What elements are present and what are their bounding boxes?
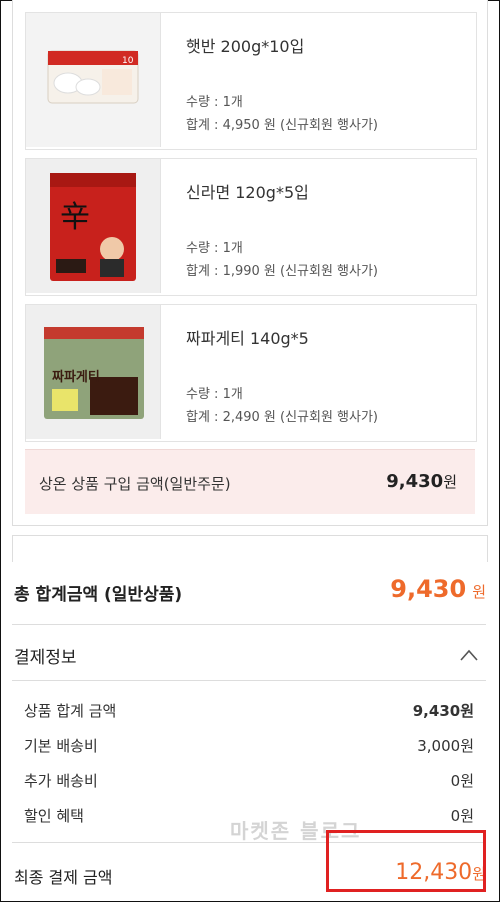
- list-item[interactable]: 10 햇반 200g*10입 수량 : 1개 합계 : 4,950 원 (신규회…: [25, 12, 477, 150]
- subtotal-row: 상온 상품 구입 금액(일반주문) 9,430원: [25, 449, 475, 514]
- payment-row-product-total: 상품 합계 금액 9,430원: [12, 696, 486, 726]
- row-label: 할인 혜택: [24, 807, 84, 825]
- product-total: 합계 : 4,950 원 (신규회원 행사가): [186, 118, 379, 133]
- product-image-shin-ramyun: 辛: [26, 159, 161, 293]
- product-image-hetbahn: 10: [26, 13, 161, 147]
- grand-total-value: 9,430 원: [390, 575, 486, 603]
- thumb-logo-text: 辛: [60, 200, 90, 235]
- row-label: 기본 배송비: [24, 737, 98, 755]
- product-quantity: 수량 : 1개: [186, 241, 243, 256]
- product-name[interactable]: 짜파게티 140g*5: [186, 325, 309, 349]
- thumb-badge: 10: [122, 56, 134, 66]
- row-label: 상품 합계 금액: [24, 702, 117, 720]
- list-item[interactable]: 辛 신라면 120g*5입 수량 : 1개 합계 : 1,990 원 (신규회원…: [25, 158, 477, 296]
- product-quantity: 수량 : 1개: [186, 387, 243, 402]
- order-items-card: 10 햇반 200g*10입 수량 : 1개 합계 : 4,950 원 (신규회…: [12, 0, 488, 526]
- product-image-chapagetti: 짜파게티: [26, 305, 161, 439]
- product-name[interactable]: 햇반 200g*10입: [186, 33, 304, 57]
- row-value: 0원: [450, 807, 474, 825]
- thumb-logo-text: 짜파게티: [52, 369, 100, 385]
- divider: [12, 624, 486, 625]
- row-value: 9,430원: [412, 702, 474, 720]
- subtotal-value: 9,430원: [386, 471, 457, 492]
- grand-total-label: 총 합계금액 (일반상품): [14, 585, 183, 605]
- chevron-up-icon[interactable]: [460, 649, 478, 661]
- section-gap: [12, 535, 488, 562]
- product-quantity: 수량 : 1개: [186, 95, 243, 110]
- payment-row-base-shipping: 기본 배송비 3,000원: [12, 731, 486, 761]
- row-value: 3,000원: [417, 737, 474, 755]
- product-total: 합계 : 2,490 원 (신규회원 행사가): [186, 410, 379, 425]
- payment-info-title[interactable]: 결제정보: [14, 643, 77, 668]
- row-value: 0원: [450, 772, 474, 790]
- subtotal-label: 상온 상품 구입 금액(일반주문): [39, 475, 231, 493]
- product-name[interactable]: 신라면 120g*5입: [186, 179, 309, 203]
- payment-row-extra-shipping: 추가 배송비 0원: [12, 766, 486, 796]
- highlight-box: [326, 830, 486, 892]
- list-item[interactable]: 짜파게티 짜파게티 140g*5 수량 : 1개 합계 : 2,490 원 (신…: [25, 304, 477, 442]
- divider: [12, 680, 486, 681]
- product-total: 합계 : 1,990 원 (신규회원 행사가): [186, 264, 379, 279]
- row-label: 추가 배송비: [24, 772, 98, 790]
- final-payment-label: 최종 결제 금액: [14, 868, 113, 887]
